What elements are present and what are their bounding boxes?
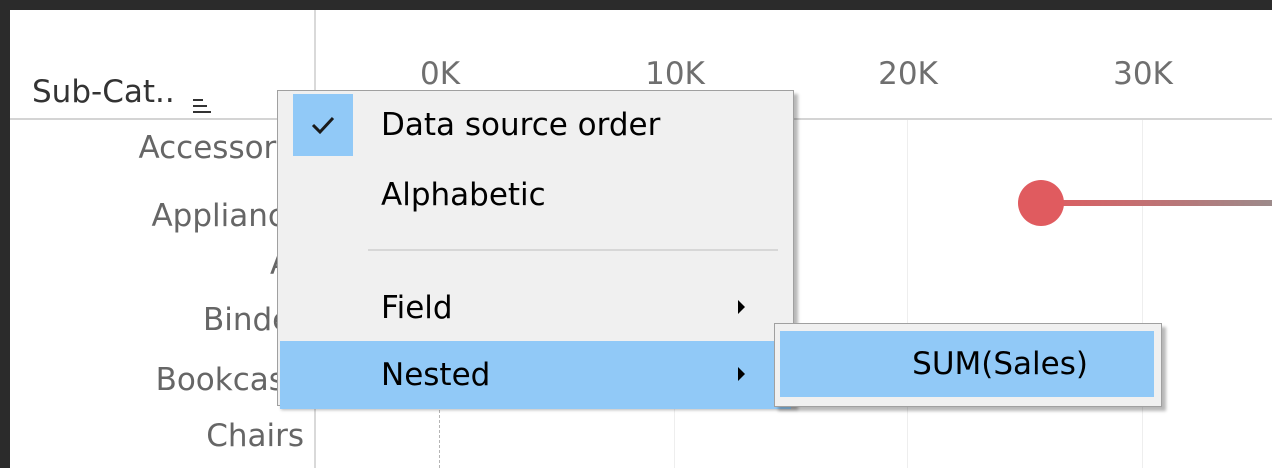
menu-item-data-source-order[interactable]: Data source order	[280, 91, 791, 159]
menu-separator	[368, 249, 778, 251]
lollipop-dot-mark[interactable]	[1018, 180, 1064, 226]
checkmark-icon	[293, 94, 353, 156]
field-header-label: Sub-Cat..	[32, 74, 175, 110]
row-label: Chairs	[206, 418, 304, 454]
menu-item-field[interactable]: Field	[280, 274, 791, 342]
row-label: Appliance	[151, 198, 304, 234]
submenu-item-label: SUM(Sales)	[912, 346, 1088, 382]
lollipop-bar-mark[interactable]	[1040, 200, 1272, 206]
axis-tick-label: 0K	[419, 56, 461, 92]
menu-item-label: Field	[381, 290, 453, 326]
row-label: Accessorie	[138, 130, 304, 166]
sort-context-menu: Data source order Alphabetic Field Neste…	[277, 90, 794, 409]
row-label: Binder	[202, 302, 304, 338]
gridline	[1142, 120, 1143, 468]
sub-category-field-header[interactable]: Sub-Cat..	[32, 72, 211, 113]
axis-tick-label: 30K	[1113, 56, 1173, 92]
axis-tick-label: 10K	[645, 56, 705, 92]
submenu-item-sum-sales[interactable]: SUM(Sales)	[780, 331, 1154, 397]
row-label: Ar	[24, 244, 304, 284]
menu-item-label: Data source order	[381, 107, 661, 143]
axis-tick-label: 20K	[878, 56, 938, 92]
submenu-arrow-icon	[738, 300, 745, 314]
menu-item-label: Nested	[381, 357, 491, 393]
submenu-arrow-icon	[738, 367, 745, 381]
view-pane: Sub-Cat.. Accessorie Appliance Ar Binder…	[10, 10, 1272, 468]
menu-item-label: Alphabetic	[381, 177, 546, 213]
gridline	[907, 120, 908, 468]
menu-item-alphabetic[interactable]: Alphabetic	[280, 161, 791, 229]
row-label: Bookcase	[155, 362, 304, 398]
sort-descending-icon[interactable]	[192, 84, 211, 113]
nested-submenu: SUM(Sales)	[774, 323, 1162, 407]
menu-item-nested[interactable]: Nested	[280, 341, 791, 409]
